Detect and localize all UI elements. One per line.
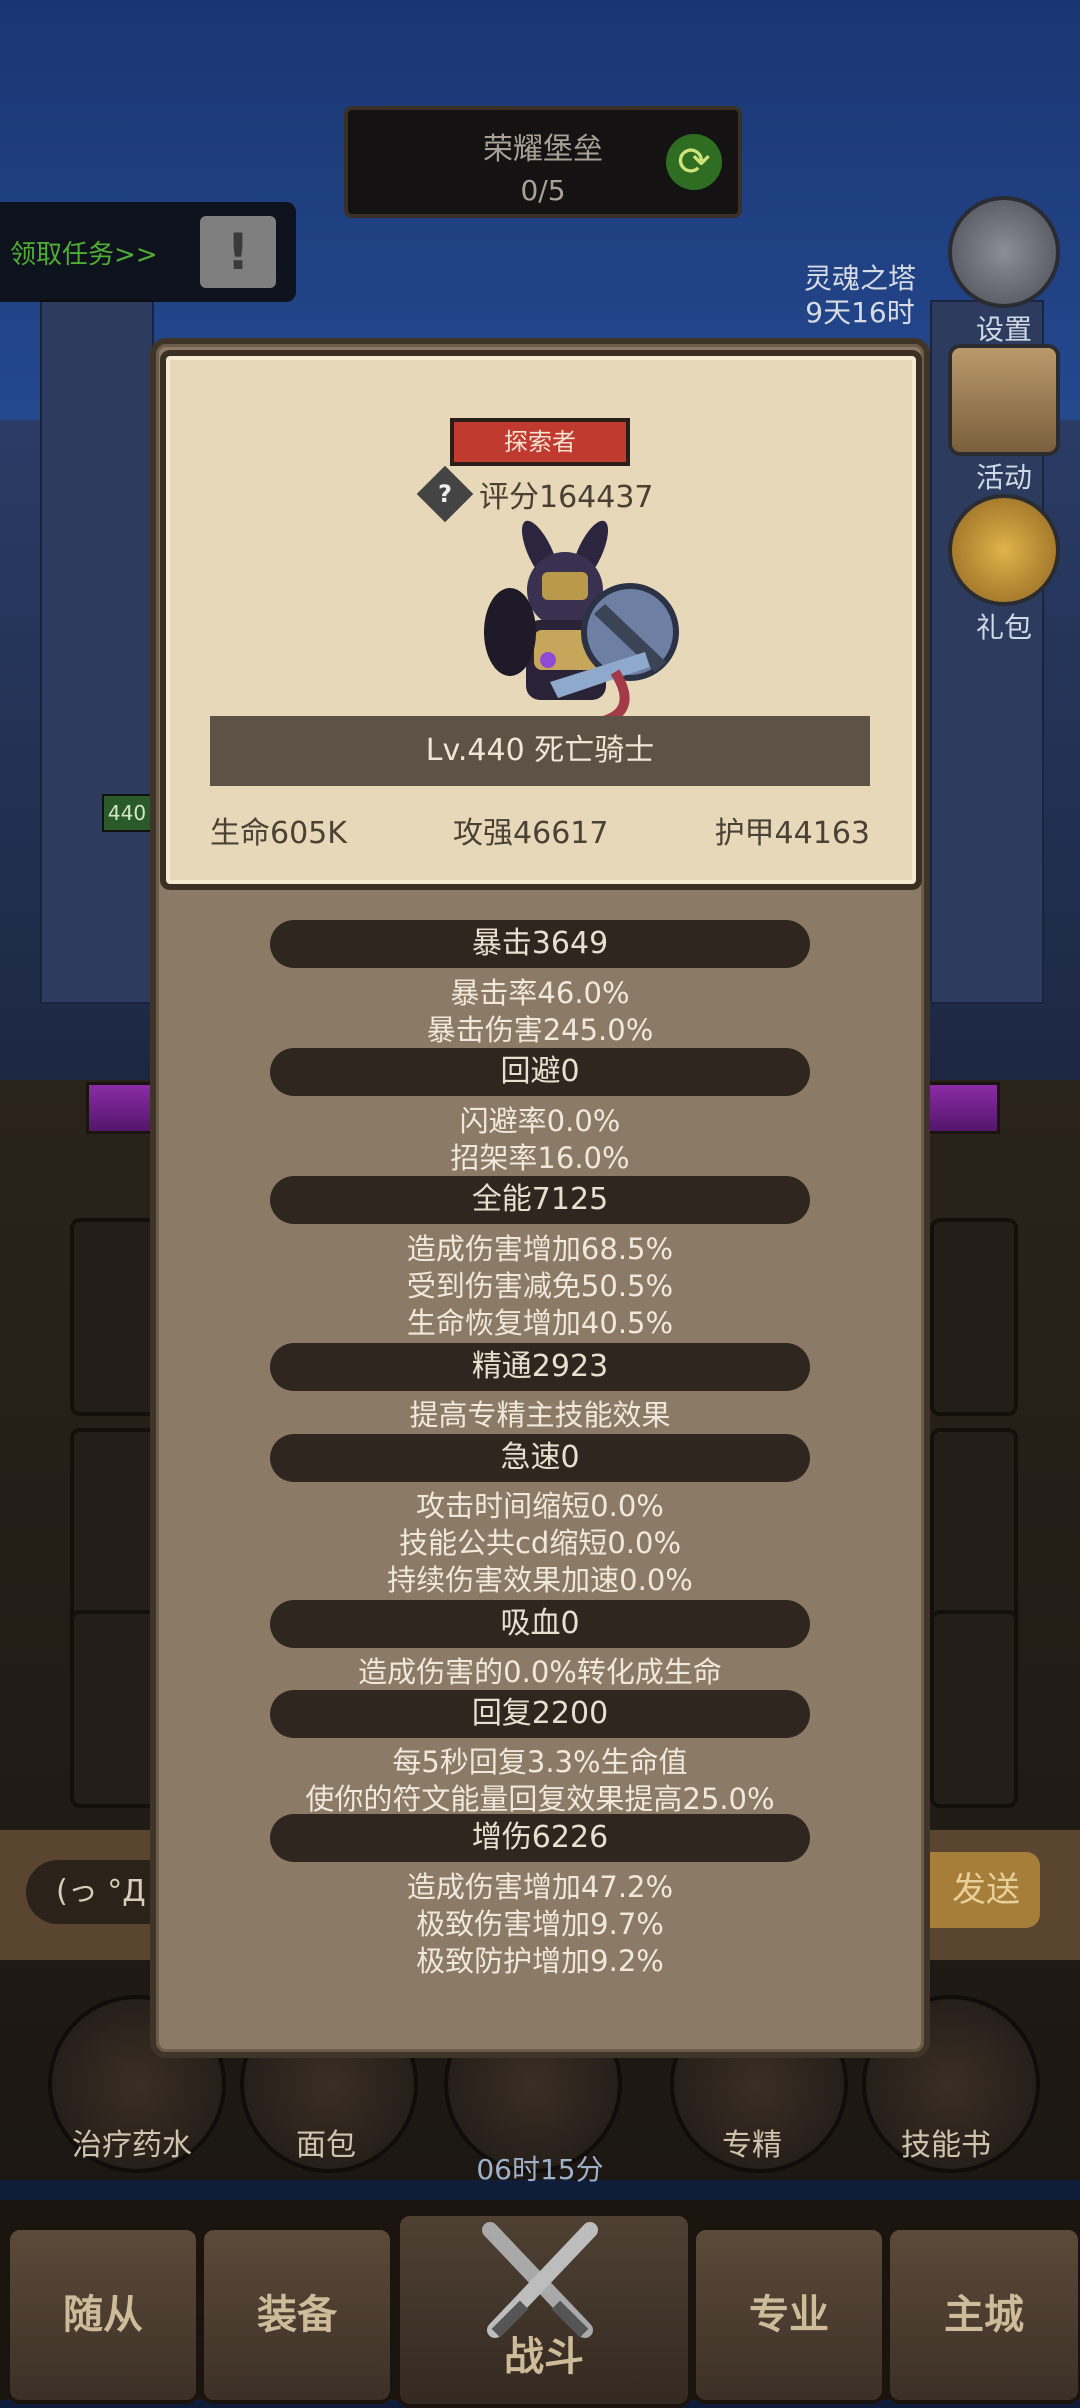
stat-line: 极致防护增加9.2%	[416, 1944, 664, 1978]
soul-tower-button[interactable]: 灵魂之塔 9天16时	[790, 262, 930, 330]
exclamation-icon[interactable]: !	[200, 216, 276, 288]
stat-line: 攻击时间缩短0.0%	[416, 1489, 664, 1523]
tab-followers[interactable]: 随从	[6, 2226, 200, 2404]
refresh-icon[interactable]: ⟳	[666, 134, 722, 190]
stat-line: 暴击率46.0%	[450, 976, 630, 1010]
section-header-recovery: 回复2200	[270, 1690, 810, 1738]
item-label: 专精	[722, 2128, 782, 2163]
gift-button[interactable]: 礼包	[948, 494, 1060, 646]
gift-icon	[948, 494, 1060, 606]
stat-line: 每5秒回复3.3%生命值	[392, 1745, 688, 1779]
tab-equipment[interactable]: 装备	[200, 2226, 394, 2404]
stat-line: 使你的符文能量回复效果提高25.0%	[305, 1782, 775, 1816]
enemy-level-chip: 440	[102, 794, 152, 832]
stat-line: 技能公共cd缩短0.0%	[398, 1526, 682, 1560]
tab-profession[interactable]: 专业	[692, 2226, 886, 2404]
stat-line: 受到伤害减免50.5%	[406, 1269, 674, 1303]
skill-slot[interactable]	[930, 1428, 1018, 1626]
activity-button[interactable]: 活动	[948, 344, 1060, 496]
base-stats-row: 生命605K 攻强46617 护甲44163	[210, 808, 870, 852]
score-row: ? 评分164437	[416, 465, 654, 523]
character-name-bar: Lv.440 死亡骑士	[210, 716, 870, 786]
stat-line: 闪避率0.0%	[459, 1104, 621, 1138]
activity-label: 活动	[975, 461, 1032, 494]
section-header-mastery: 精通2923	[270, 1343, 810, 1391]
section-header-dodge: 回避0	[270, 1048, 810, 1096]
item-label: 面包	[296, 2128, 356, 2163]
claim-task-link[interactable]: 领取任务>>	[10, 234, 158, 271]
section-header-versatility: 全能7125	[270, 1176, 810, 1224]
attack-stat: 攻强46617	[453, 816, 609, 851]
skill-slot[interactable]	[930, 1610, 1018, 1808]
boss-hp-bar-right	[924, 1082, 1000, 1134]
section-header-damage-bonus: 增伤6226	[270, 1814, 810, 1862]
stat-line: 造成伤害的0.0%转化成生命	[358, 1655, 722, 1689]
stat-line: 暴击伤害245.0%	[426, 1013, 654, 1047]
skill-slot[interactable]	[930, 1218, 1018, 1416]
settings-label: 设置	[975, 313, 1032, 346]
armor-stat: 护甲44163	[714, 816, 870, 851]
section-header-haste: 急速0	[270, 1434, 810, 1482]
death-knight-portrait	[484, 520, 679, 727]
item-label: 治疗药水	[72, 2128, 192, 2163]
stat-line: 极致伤害增加9.7%	[416, 1907, 664, 1941]
item-label: 技能书	[901, 2128, 991, 2163]
hp-stat: 生命605K	[210, 816, 347, 851]
tab-main-city[interactable]: 主城	[886, 2226, 1080, 2404]
stat-line: 持续伤害效果加速0.0%	[387, 1563, 693, 1597]
score-text: 评分164437	[479, 480, 654, 515]
stat-line: 生命恢复增加40.5%	[406, 1306, 674, 1340]
crossed-swords-icon	[482, 2222, 598, 2338]
section-header-crit: 暴击3649	[270, 920, 810, 968]
section-header-lifesteal: 吸血0	[270, 1600, 810, 1648]
stat-line: 造成伤害增加47.2%	[406, 1870, 674, 1904]
title-badge: 探索者	[450, 418, 630, 466]
task-bar[interactable]: 领取任务>> !	[0, 202, 296, 302]
stat-line: 造成伤害增加68.5%	[406, 1232, 674, 1266]
gift-label: 礼包	[975, 611, 1032, 644]
tower-timer: 9天16时	[805, 296, 915, 329]
gear-icon	[948, 196, 1060, 308]
stat-line: 招架率16.0%	[450, 1141, 630, 1175]
settings-button[interactable]: 设置	[948, 196, 1060, 348]
castle-pillar-left	[40, 300, 154, 1004]
chest-timer: 06时15分	[476, 2153, 604, 2186]
quest-panel[interactable]: 荣耀堡垒 0/5 ⟳	[344, 106, 742, 218]
stat-line: 提高专精主技能效果	[409, 1398, 671, 1432]
scroll-icon	[948, 344, 1060, 456]
tower-label: 灵魂之塔	[803, 262, 916, 295]
